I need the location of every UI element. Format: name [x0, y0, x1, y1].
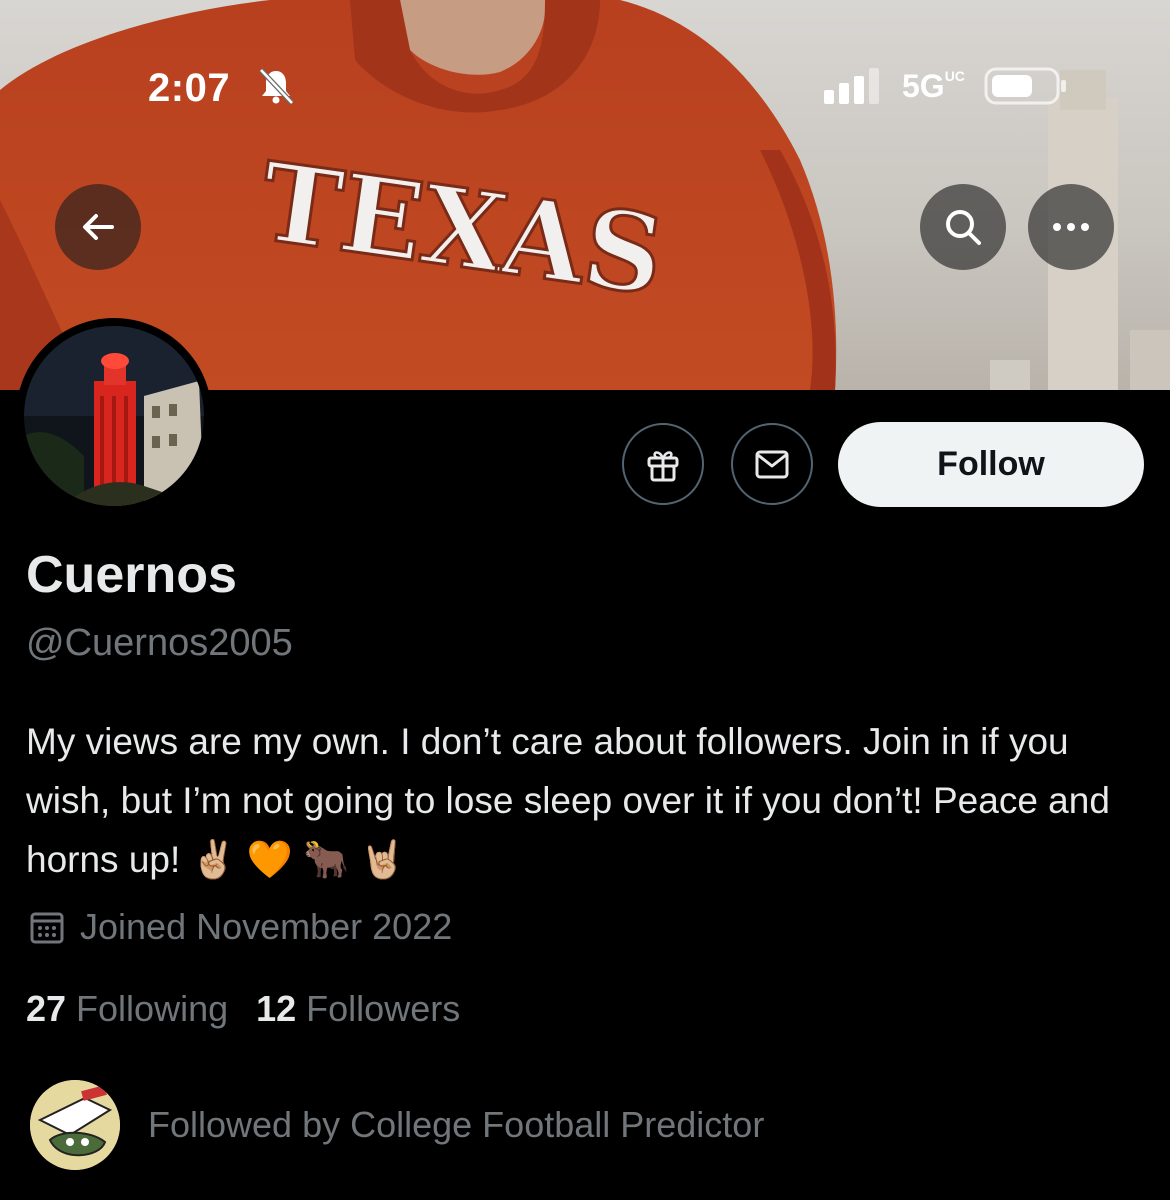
- mail-icon: [755, 450, 789, 479]
- arrow-left-icon: [83, 214, 114, 240]
- follower-avatar: [30, 1080, 120, 1170]
- calendar-icon: [30, 912, 64, 944]
- follow-button[interactable]: Follow: [838, 422, 1144, 507]
- handle: @Cuernos2005: [26, 622, 293, 664]
- more-icon: [1053, 223, 1089, 231]
- message-button[interactable]: [731, 423, 813, 505]
- network-indicator: 5GUC: [902, 68, 965, 104]
- bell-slash-icon: [259, 68, 294, 105]
- battery-icon: [984, 67, 1066, 105]
- avatar-image: [24, 326, 204, 506]
- banner-image: TEXAS: [0, 0, 1170, 390]
- joined-text: Joined November 2022: [80, 906, 453, 947]
- joined-date: Joined November 2022: [28, 906, 452, 948]
- follow-counts: 27 Following 12 Followers: [26, 988, 488, 1030]
- followed-by-row[interactable]: Followed by College Football Predictor: [30, 1080, 764, 1170]
- cellular-signal-icon: [824, 68, 879, 104]
- search-icon: [946, 210, 981, 245]
- display-name: Cuernos: [26, 546, 237, 604]
- profile-banner[interactable]: TEXAS: [0, 0, 1170, 390]
- gift-icon: [647, 451, 679, 482]
- gift-button[interactable]: [622, 423, 704, 505]
- more-options-button[interactable]: [1028, 184, 1114, 270]
- followers-label: Followers: [306, 988, 461, 1029]
- following-link[interactable]: 27 Following: [26, 988, 228, 1030]
- bio: My views are my own. I don’t care about …: [26, 721, 1110, 880]
- followers-count: 12: [256, 988, 297, 1029]
- status-time: 2:07: [148, 66, 231, 110]
- following-count: 27: [26, 988, 67, 1029]
- search-button[interactable]: [920, 184, 1006, 270]
- followers-link[interactable]: 12 Followers: [256, 988, 460, 1030]
- followed-by-text: Followed by College Football Predictor: [148, 1104, 765, 1145]
- follower-avatar-image: [30, 1080, 120, 1170]
- profile-avatar[interactable]: [16, 318, 212, 514]
- following-label: Following: [76, 988, 229, 1029]
- back-button[interactable]: [55, 184, 141, 270]
